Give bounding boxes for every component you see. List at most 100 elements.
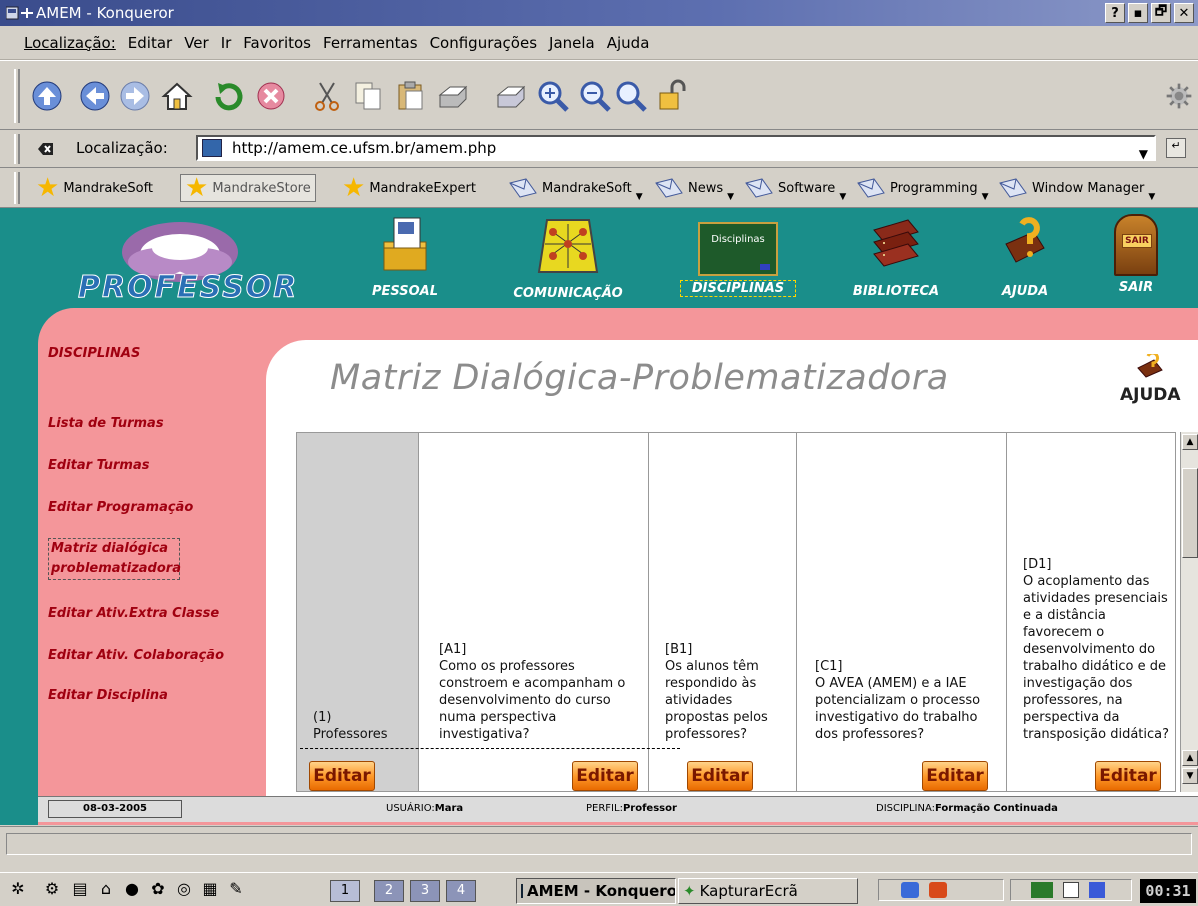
url-dropdown-icon[interactable]: ▼	[1139, 143, 1148, 165]
clipboard-icon[interactable]	[1063, 882, 1079, 898]
sidebar-item-editar-disciplina[interactable]: Editar Disciplina	[48, 688, 168, 703]
bookmark-folder-news[interactable]: News ▼	[654, 174, 734, 202]
bookmarks-grip[interactable]	[14, 172, 20, 204]
konqueror-icon[interactable]: ⚙	[42, 879, 62, 899]
sidebar-item-editar-ativ-extra[interactable]: Editar Ativ.Extra Classe	[48, 606, 219, 621]
zoom-in-icon[interactable]	[536, 79, 570, 113]
location-grip[interactable]	[14, 134, 20, 164]
security-icon[interactable]	[654, 79, 688, 113]
matrix-scrollbar[interactable]: ▲ ▲ ▼	[1180, 432, 1198, 792]
office-icon[interactable]: ▦	[200, 879, 220, 899]
maximize-button[interactable]: 🗗	[1151, 3, 1171, 23]
lock-icon[interactable]	[901, 882, 919, 898]
browser-icon[interactable]: ●	[122, 879, 142, 899]
nav-sair[interactable]: SAIR SAIR	[1108, 214, 1164, 295]
nav-biblioteca[interactable]: BIBLIOTECA	[836, 214, 956, 299]
menu-bookmarks[interactable]: Favoritos	[241, 34, 313, 52]
keyboard-layout-icon[interactable]	[1031, 882, 1053, 898]
kde-menu-icon[interactable]: ✲	[8, 879, 28, 899]
sidebar-item-editar-programacao[interactable]: Editar Programação	[48, 500, 193, 515]
editor-icon[interactable]: ✎	[226, 879, 246, 899]
edit-button[interactable]: Editar	[572, 761, 638, 791]
scroll-down-button[interactable]: ▼	[1182, 768, 1198, 784]
help-book-icon	[1005, 217, 1045, 263]
bookmark-mandrakesoft[interactable]: ★ MandrakeSoft	[36, 174, 153, 202]
desktop-4[interactable]: 4	[446, 880, 476, 902]
nav-ajuda[interactable]: AJUDA	[990, 214, 1060, 299]
zoom-out-icon[interactable]	[578, 79, 612, 113]
menu-view[interactable]: Ver	[182, 34, 211, 52]
help-center-icon[interactable]: ◎	[174, 879, 194, 899]
desktop-3[interactable]: 3	[410, 880, 440, 902]
menu-go[interactable]: Ir	[219, 34, 234, 52]
edit-button[interactable]: Editar	[922, 761, 988, 791]
matrix-cell-text: (1) Professores	[313, 709, 412, 743]
paste-icon[interactable]	[394, 79, 428, 113]
bookmark-folder-software[interactable]: Software ▼	[744, 174, 846, 202]
sidebar-item-matriz-dialogica[interactable]: Matriz dialógica problematizadora	[48, 538, 181, 580]
print-frame-icon[interactable]	[494, 79, 528, 113]
cell-code: (1)	[313, 710, 332, 725]
terminal-icon[interactable]: ▤	[70, 879, 90, 899]
minimize-button[interactable]: ▪	[1128, 3, 1148, 23]
home-icon[interactable]	[160, 79, 194, 113]
task-amem-konqueror[interactable]: AMEM - Konqueror	[516, 878, 676, 904]
title-bar[interactable]: AMEM - Konqueror ? ▪ 🗗 ✕	[0, 0, 1198, 26]
power-icon[interactable]	[929, 882, 947, 898]
nav-comunicacao[interactable]: COMUNICAÇÃO	[500, 214, 636, 301]
close-button[interactable]: ✕	[1174, 3, 1194, 23]
go-button[interactable]: ↵	[1166, 138, 1186, 158]
cut-icon[interactable]	[310, 79, 344, 113]
help-window-button[interactable]: ?	[1105, 3, 1125, 23]
nav-label: SAIR	[1118, 280, 1154, 295]
bookmark-folder-programming[interactable]: Programming ▼	[856, 174, 989, 202]
nav-pessoal[interactable]: PESSOAL	[360, 214, 450, 299]
scroll-thumb[interactable]	[1182, 468, 1198, 558]
menu-location[interactable]: Localização:	[22, 34, 118, 52]
monitor-icon[interactable]	[1089, 882, 1105, 898]
konqueror-window: AMEM - Konqueror ? ▪ 🗗 ✕ Localização: Ed…	[0, 0, 1198, 906]
menu-edit[interactable]: Editar	[126, 34, 174, 52]
forward-icon[interactable]	[118, 79, 152, 113]
scroll-up-button-lower[interactable]: ▲	[1182, 750, 1198, 766]
task-kapturarecra[interactable]: ✦ KapturarEcrã	[678, 878, 858, 904]
menu-tools[interactable]: Ferramentas	[321, 34, 420, 52]
bookmark-folder-mandrakesoft[interactable]: MandrakeSoft ▼	[508, 174, 643, 202]
bookmark-folder-window-manager[interactable]: Window Manager ▼	[998, 174, 1155, 202]
bookmark-mandrakestore[interactable]: ★ MandrakeStore	[180, 174, 316, 202]
stop-icon[interactable]	[254, 79, 288, 113]
bookmark-mandrakeexpert[interactable]: ★ MandrakeExpert	[342, 174, 476, 202]
url-text: http://amem.ce.ufsm.br/amem.php	[232, 139, 497, 157]
menu-settings[interactable]: Configurações	[428, 34, 539, 52]
toolbar-grip[interactable]	[14, 69, 20, 123]
settings-icon[interactable]: ✿	[148, 879, 168, 899]
bookmark-label: Programming	[890, 180, 978, 196]
sidebar-item-editar-ativ-colaboracao[interactable]: Editar Ativ. Colaboração	[48, 648, 224, 663]
cell-code: [B1]	[665, 642, 693, 657]
desktop-2[interactable]: 2	[374, 880, 404, 902]
clock[interactable]: 00:31	[1140, 879, 1196, 903]
menu-bar: Localização: Editar Ver Ir Favoritos Fer…	[0, 26, 1198, 60]
nav-disciplinas[interactable]: Disciplinas DISCIPLINAS	[680, 214, 796, 297]
scroll-up-button[interactable]: ▲	[1182, 434, 1198, 450]
window-menu-icon[interactable]	[6, 4, 36, 22]
home-folder-icon[interactable]: ⌂	[96, 879, 116, 899]
desktop-1[interactable]: 1	[330, 880, 360, 902]
edit-button[interactable]: Editar	[1095, 761, 1161, 791]
reload-icon[interactable]	[212, 79, 246, 113]
copy-icon[interactable]	[352, 79, 386, 113]
zoom-normal-icon[interactable]	[614, 79, 648, 113]
cell-text: Como os professores constroem e acompanh…	[439, 659, 626, 742]
sidebar-item-lista-turmas[interactable]: Lista de Turmas	[48, 416, 164, 431]
print-icon[interactable]	[436, 79, 470, 113]
url-input[interactable]: http://amem.ce.ufsm.br/amem.php ▼	[196, 135, 1156, 161]
help-link[interactable]: AJUDA	[1120, 351, 1181, 405]
back-icon[interactable]	[78, 79, 112, 113]
menu-help[interactable]: Ajuda	[605, 34, 652, 52]
up-icon[interactable]	[30, 79, 64, 113]
edit-button[interactable]: Editar	[309, 761, 375, 791]
menu-window[interactable]: Janela	[547, 34, 597, 52]
clear-location-icon[interactable]	[36, 141, 54, 157]
sidebar-item-editar-turmas[interactable]: Editar Turmas	[48, 458, 149, 473]
edit-button[interactable]: Editar	[687, 761, 753, 791]
